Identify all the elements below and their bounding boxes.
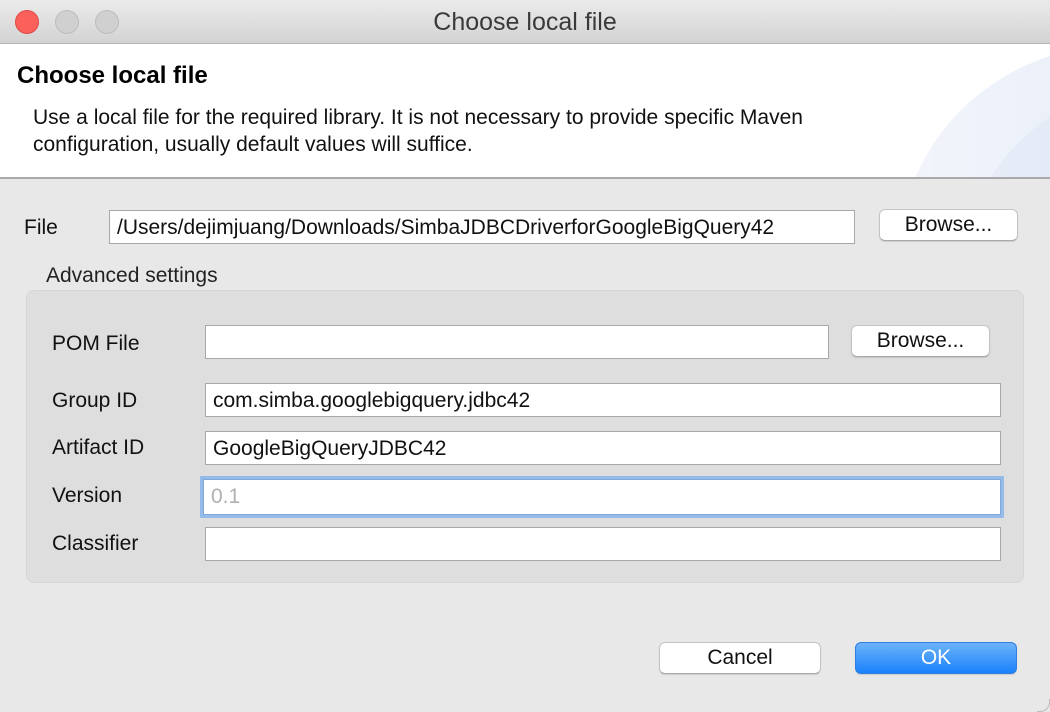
window-title: Choose local file: [433, 8, 617, 36]
artifact-id-input[interactable]: GoogleBigQueryJDBC42: [205, 431, 1001, 465]
group-id-input[interactable]: com.simba.googlebigquery.jdbc42: [205, 383, 1001, 417]
dialog-header: Choose local file Use a local file for t…: [0, 44, 1050, 179]
file-label: File: [24, 216, 58, 239]
file-path-input[interactable]: /Users/dejimjuang/Downloads/SimbaJDBCDri…: [109, 210, 855, 244]
version-input[interactable]: 0.1: [203, 479, 1001, 515]
file-browse-button[interactable]: Browse...: [879, 209, 1018, 241]
classifier-input[interactable]: [205, 527, 1001, 561]
dialog-description: Use a local file for the required librar…: [33, 106, 803, 156]
dialog-heading: Choose local file: [17, 62, 208, 89]
pom-file-input[interactable]: [205, 325, 829, 359]
title-bar[interactable]: Choose local file: [0, 0, 1050, 44]
cancel-button[interactable]: Cancel: [659, 642, 821, 674]
ok-button[interactable]: OK: [855, 642, 1017, 674]
advanced-settings-title: Advanced settings: [46, 264, 218, 287]
artifact-id-label: Artifact ID: [52, 436, 145, 459]
classifier-label: Classifier: [52, 532, 139, 555]
pom-file-label: POM File: [52, 332, 140, 355]
version-label: Version: [52, 484, 123, 507]
pom-browse-button[interactable]: Browse...: [851, 325, 990, 357]
resize-grip[interactable]: [1037, 699, 1050, 712]
group-id-label: Group ID: [52, 389, 138, 412]
